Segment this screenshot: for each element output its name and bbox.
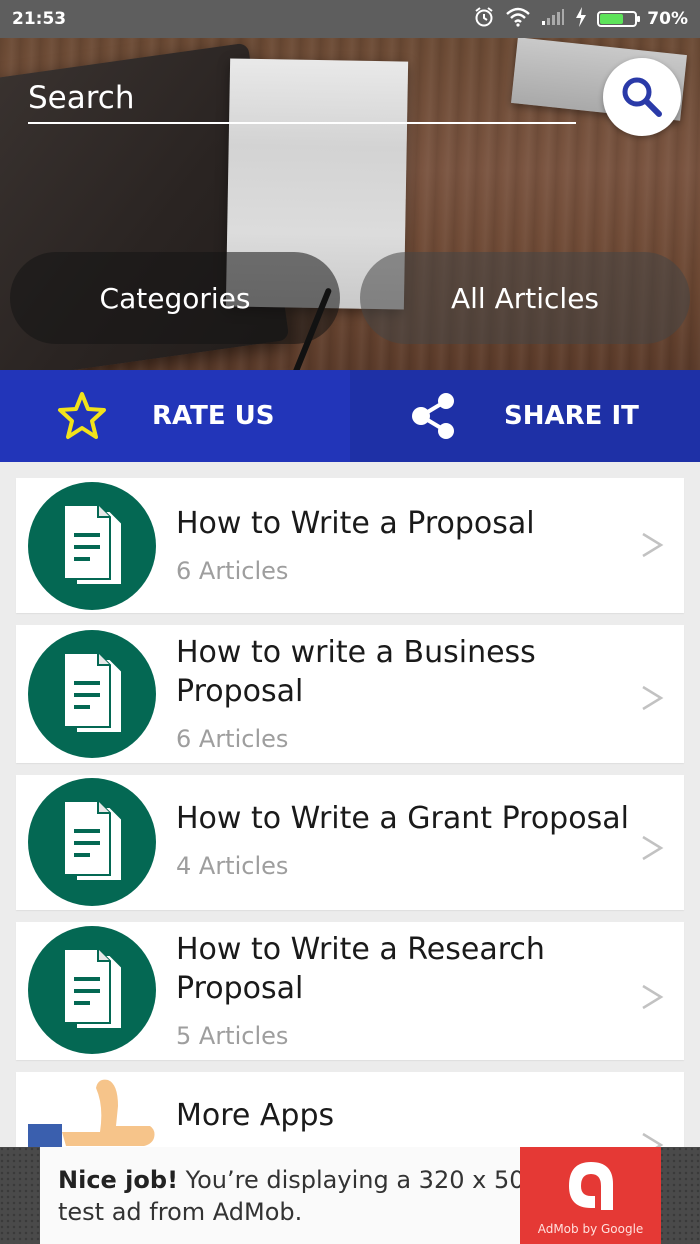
ad-line1: Nice job! You’re displaying a 320 x 50	[58, 1165, 524, 1194]
chevron-right-icon	[640, 831, 664, 861]
search-bar	[28, 74, 576, 124]
share-icon	[408, 390, 460, 442]
share-it-button[interactable]: SHARE IT	[350, 370, 700, 462]
list-item-title: How to Write a Research Proposal	[176, 932, 545, 1006]
list-item-text: How to Write a Research Proposal 5 Artic…	[176, 930, 626, 1050]
ad-banner[interactable]: Nice job! You’re displaying a 320 x 50 t…	[0, 1147, 700, 1244]
action-bar: RATE US SHARE IT	[0, 370, 700, 462]
list-item-title: More Apps	[176, 1098, 335, 1133]
document-icon	[28, 926, 156, 1054]
document-icon	[28, 778, 156, 906]
list-item-count: 6 Articles	[176, 725, 289, 753]
share-it-label: SHARE IT	[504, 401, 639, 431]
chevron-right-icon	[640, 980, 664, 1010]
list-item[interactable]: How to Write a Grant Proposal 4 Articles	[16, 775, 684, 910]
list-item-title: How to write a Business Proposal	[176, 635, 536, 709]
wifi-icon	[505, 7, 531, 32]
status-time: 21:53	[12, 9, 67, 29]
categories-button[interactable]: Categories	[10, 252, 340, 344]
list-item[interactable]: How to Write a Proposal 6 Articles	[16, 478, 684, 613]
list-item-count: 5 Articles	[176, 1022, 289, 1050]
search-button[interactable]	[603, 58, 681, 136]
document-icon	[28, 630, 156, 758]
ad-line2: test ad from AdMob.	[58, 1197, 303, 1226]
rate-us-label: RATE US	[152, 401, 275, 431]
charging-icon	[575, 6, 587, 32]
star-icon	[56, 390, 108, 442]
header-banner: Categories All Articles	[0, 38, 700, 370]
battery-icon	[597, 11, 641, 27]
battery-percent: 70%	[647, 9, 688, 29]
status-bar: 21:53 70%	[0, 0, 700, 38]
list-item-text: How to write a Business Proposal 6 Artic…	[176, 633, 626, 753]
chevron-right-icon	[640, 681, 664, 711]
chevron-right-icon	[640, 528, 664, 558]
list-item-count: 6 Articles	[176, 557, 289, 585]
list-item-title: How to Write a Proposal	[176, 506, 535, 541]
alarm-icon	[473, 6, 495, 33]
admob-logo: AdMob by Google	[520, 1147, 661, 1244]
all-articles-label: All Articles	[450, 281, 600, 315]
list-item[interactable]: How to write a Business Proposal 6 Artic…	[16, 625, 684, 763]
ad-line1-text: You’re displaying a 320 x 50	[178, 1165, 525, 1194]
rate-us-button[interactable]: RATE US	[0, 370, 350, 462]
status-icons: 70%	[473, 6, 688, 33]
document-icon	[28, 482, 156, 610]
admob-logo-text: AdMob by Google	[537, 1222, 644, 1236]
list-item-text: How to Write a Grant Proposal 4 Articles	[176, 799, 646, 880]
battery-level	[600, 14, 624, 24]
list-item-count: 4 Articles	[176, 852, 289, 880]
list-item-text: How to Write a Proposal 6 Articles	[176, 504, 626, 585]
ad-bold-text: Nice job!	[58, 1165, 179, 1194]
list-item-title: How to Write a Grant Proposal	[176, 801, 629, 836]
search-input[interactable]	[28, 80, 576, 116]
list-item[interactable]: How to Write a Research Proposal 5 Artic…	[16, 922, 684, 1060]
search-icon	[622, 77, 662, 117]
ad-text-area: Nice job! You’re displaying a 320 x 50 t…	[40, 1147, 524, 1244]
list-item-text: More Apps	[176, 1096, 626, 1135]
categories-label: Categories	[99, 281, 251, 315]
signal-icon	[541, 8, 565, 31]
all-articles-button[interactable]: All Articles	[360, 252, 690, 344]
admob-icon	[568, 1162, 613, 1210]
